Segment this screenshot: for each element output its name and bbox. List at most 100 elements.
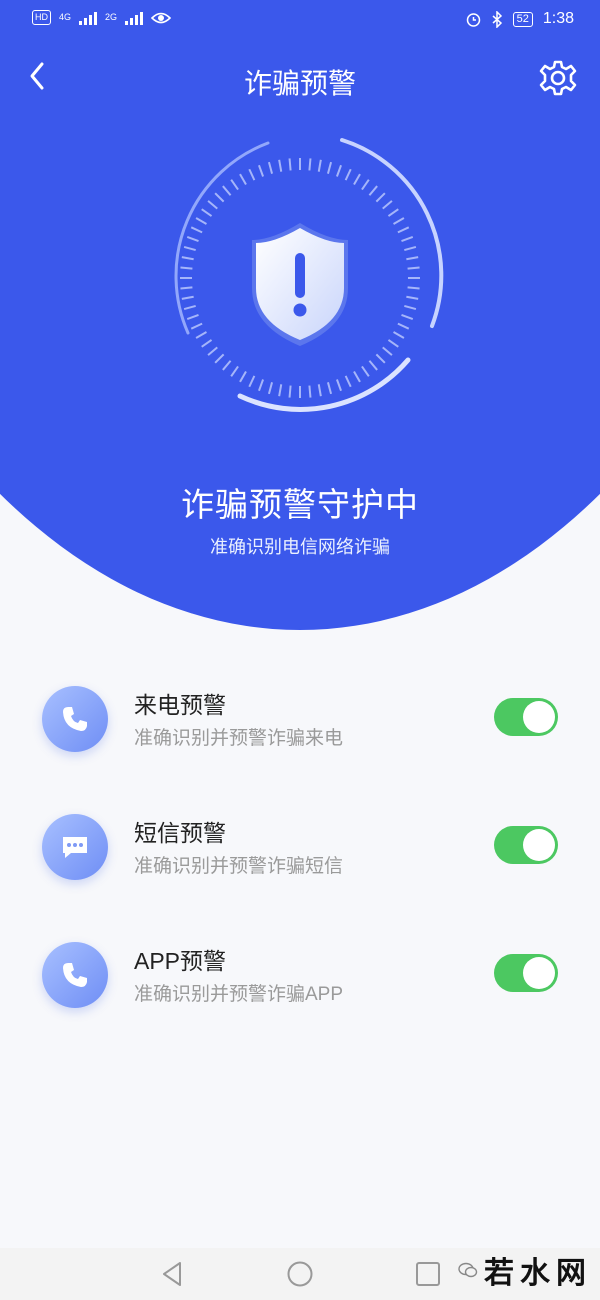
gauge-tick — [407, 286, 420, 290]
gauge-tick — [180, 266, 193, 270]
gauge-tick — [317, 384, 322, 397]
gauge-tick — [317, 159, 322, 172]
gauge-tick — [207, 200, 218, 210]
header-area: HD 4G 2G 52 1:38 诈骗预警 诈骗预警守护中 准确识别电信网络诈骗 — [0, 0, 600, 640]
gauge-tick — [222, 185, 232, 196]
gauge-tick — [186, 236, 199, 243]
gauge-tick — [190, 226, 203, 234]
gauge-tick — [278, 159, 283, 172]
protection-status-title: 诈骗预警守护中 — [181, 486, 419, 523]
item-description: 准确识别并预警诈骗来电 — [134, 728, 344, 749]
gauge-tick — [393, 217, 405, 225]
gauge-tick — [214, 192, 225, 203]
gauge-tick — [195, 217, 207, 225]
gauge-tick — [288, 158, 292, 171]
hd-badge: HD — [32, 10, 51, 25]
gauge-tick — [288, 385, 292, 398]
gauge-tick — [278, 384, 283, 397]
gauge-tick — [258, 164, 265, 177]
protection-gauge — [174, 138, 444, 412]
gear-icon[interactable] — [538, 58, 578, 98]
gauge-tick — [186, 313, 199, 320]
gauge-tick — [181, 256, 194, 261]
call-alert-toggle[interactable] — [494, 698, 558, 736]
toggle-knob — [523, 829, 555, 861]
app-alert-toggle[interactable] — [494, 954, 558, 992]
gauge-tick — [326, 161, 333, 174]
gauge-tick — [393, 331, 405, 339]
list-item-call-alert: 来电预警 准确识别并预警诈骗来电 — [0, 684, 600, 784]
status-time: 1:38 — [542, 10, 574, 27]
gauge-tick — [401, 236, 414, 243]
gauge-tick — [195, 331, 207, 339]
item-title: APP预警 — [134, 948, 227, 974]
gauge-tick — [248, 375, 256, 388]
list-item-sms-alert: 短信预警 准确识别并预警诈骗短信 — [0, 812, 600, 912]
gauge-tick — [230, 179, 239, 191]
gauge-arc-bottom — [237, 357, 411, 412]
signal-icon — [125, 11, 144, 25]
gauge-tick — [361, 365, 370, 377]
wechat-icon — [458, 1262, 478, 1278]
gauge-tick — [267, 382, 274, 395]
nav-back-icon[interactable] — [158, 1260, 186, 1288]
phone-icon — [42, 686, 108, 752]
toggle-knob — [523, 957, 555, 989]
gauge-tick — [180, 286, 193, 290]
gauge-tick — [387, 339, 399, 348]
battery-indicator: 52 — [512, 11, 533, 27]
gauge-tick — [382, 346, 393, 356]
gauge-tick — [214, 353, 225, 364]
gauge-tick — [183, 245, 196, 252]
sim1-network-label: 4G — [59, 12, 72, 22]
gauge-tick — [368, 185, 378, 196]
gauge-tick — [183, 304, 196, 311]
gauge-tick — [344, 375, 352, 388]
gauge-tick — [382, 200, 393, 210]
protection-status-subtitle: 准确识别电信网络诈骗 — [210, 537, 390, 557]
gauge-tick — [397, 226, 410, 234]
gauge-tick — [239, 173, 247, 185]
item-description: 准确识别并预警诈骗APP — [134, 984, 344, 1005]
gauge-tick — [404, 245, 417, 252]
gauge-tick — [407, 266, 420, 270]
gauge-tick — [239, 371, 247, 383]
gauge-tick — [368, 360, 378, 371]
gauge-tick — [335, 164, 342, 177]
gauge-tick — [181, 295, 194, 300]
gauge-tick — [387, 208, 399, 217]
gauge-tick — [375, 192, 386, 203]
gauge-tick — [222, 360, 232, 371]
phone-icon — [42, 942, 108, 1008]
gauge-tick — [401, 313, 414, 320]
gauge-tick — [335, 379, 342, 392]
page-title: 诈骗预警 — [243, 68, 356, 99]
item-title: 短信预警 — [134, 820, 226, 846]
gauge-tick — [406, 256, 419, 261]
system-navigation-bar: 若水网 — [0, 1248, 600, 1300]
toggle-knob — [523, 701, 555, 733]
gauge-tick — [248, 168, 256, 181]
shield-warning-icon — [252, 223, 348, 346]
sim2-network-label: 2G — [105, 12, 118, 22]
gauge-tick — [397, 322, 410, 330]
gauge-tick — [353, 371, 361, 383]
status-bar: HD 4G 2G 52 1:38 — [0, 0, 600, 40]
bluetooth-icon — [492, 10, 502, 28]
eye-icon — [151, 12, 172, 23]
gauge-tick — [326, 382, 333, 395]
gauge-tick — [258, 379, 265, 392]
gauge-arc-top — [340, 138, 444, 328]
watermark: 若水网 — [458, 1248, 592, 1292]
gauge-tick — [361, 179, 370, 191]
gauge-tick — [267, 161, 274, 174]
sms-alert-toggle[interactable] — [494, 826, 558, 864]
signal-icon — [79, 11, 98, 25]
nav-home-icon[interactable] — [286, 1260, 314, 1288]
alarm-icon — [466, 12, 480, 27]
gauge-tick — [375, 353, 386, 364]
gauge-tick — [406, 295, 419, 300]
nav-recents-icon[interactable] — [414, 1260, 442, 1288]
gauge-tick — [201, 208, 213, 217]
gauge-tick — [230, 365, 239, 377]
